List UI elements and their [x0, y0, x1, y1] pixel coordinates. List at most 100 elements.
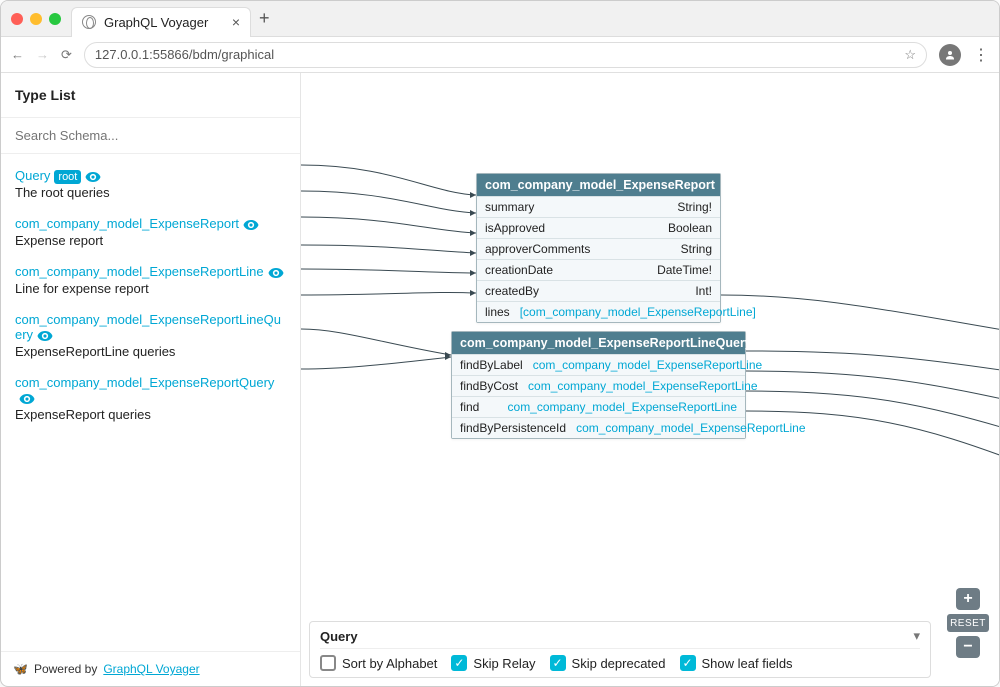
option-checkbox[interactable]: Skip deprecated	[550, 655, 666, 671]
bookmark-star-icon[interactable]: ☆	[904, 47, 916, 63]
search-input[interactable]	[1, 118, 300, 154]
type-list[interactable]: QueryrootThe root queriescom_company_mod…	[1, 154, 300, 651]
eye-icon[interactable]	[85, 172, 101, 182]
type-desc: Expense report	[15, 233, 286, 248]
type-desc: ExpenseReportLine queries	[15, 344, 286, 359]
type-card-expense-report-line-query[interactable]: com_company_model_ExpenseReportLineQuery…	[451, 331, 746, 439]
card-title: com_company_model_ExpenseReportLineQuery	[452, 332, 745, 354]
tab-title: GraphQL Voyager	[104, 15, 208, 30]
option-label: Skip Relay	[473, 656, 535, 671]
field-row[interactable]: findByLabelcom_company_model_ExpenseRepo…	[452, 354, 745, 375]
type-list-item[interactable]: com_company_model_ExpenseReportLine Line …	[11, 258, 290, 306]
browser-window: GraphQL Voyager × + ← → ⟳ 127.0.0.1:5586…	[0, 0, 1000, 687]
field-row[interactable]: isApproved Boolean	[477, 217, 720, 238]
field-type[interactable]: com_company_model_ExpenseReportLine	[533, 358, 762, 372]
option-checkbox[interactable]: Skip Relay	[451, 655, 535, 671]
field-type[interactable]: com_company_model_ExpenseReportLine	[508, 400, 737, 414]
minimize-window-button[interactable]	[30, 13, 42, 25]
sidebar-footer: 🦋 Powered by GraphQL Voyager	[1, 651, 300, 686]
zoom-controls: + RESET −	[947, 588, 989, 658]
field-row[interactable]: summary String!	[477, 196, 720, 217]
field-type[interactable]: com_company_model_ExpenseReportLine	[576, 421, 805, 435]
eye-icon[interactable]	[243, 220, 259, 230]
type-list-item[interactable]: QueryrootThe root queries	[11, 162, 290, 210]
browser-menu-icon[interactable]: ⋮	[973, 45, 989, 65]
type-name[interactable]: com_company_model_ExpenseReport	[15, 216, 286, 231]
option-checkbox[interactable]: Sort by Alphabet	[320, 655, 437, 671]
voyager-link[interactable]: GraphQL Voyager	[103, 662, 199, 676]
type-desc: ExpenseReport queries	[15, 407, 286, 422]
sidebar-title: Type List	[1, 73, 300, 118]
field-row[interactable]: creationDateDateTime!	[477, 259, 720, 280]
checkbox-icon[interactable]	[320, 655, 336, 671]
controls-panel: Query ▾ Sort by Alphabet Skip Relay Skip d…	[309, 621, 931, 678]
option-checkbox[interactable]: Show leaf fields	[680, 655, 793, 671]
field-row[interactable]: createdBy Int!	[477, 280, 720, 301]
forward-button[interactable]: →	[36, 47, 49, 62]
address-bar[interactable]: 127.0.0.1:55866/bdm/graphical ☆	[84, 42, 927, 68]
back-button[interactable]: ←	[11, 47, 24, 62]
app-body: Type List QueryrootThe root queriescom_c…	[1, 73, 999, 686]
globe-icon	[82, 15, 96, 29]
field-name: find	[460, 400, 479, 414]
field-name: summary	[485, 200, 534, 214]
browser-tab[interactable]: GraphQL Voyager ×	[71, 7, 251, 37]
voyager-logo-icon: 🦋	[13, 662, 28, 676]
option-label: Sort by Alphabet	[342, 656, 437, 671]
field-row[interactable]: lines[com_company_model_ExpenseReportLin…	[477, 301, 720, 322]
root-badge: root	[54, 170, 81, 184]
zoom-in-button[interactable]: +	[956, 588, 980, 610]
dropdown-caret-icon[interactable]: ▾	[913, 628, 920, 644]
field-name: findByCost	[460, 379, 518, 393]
type-name[interactable]: com_company_model_ExpenseReportQuery	[15, 375, 286, 405]
checkbox-icon[interactable]	[451, 655, 467, 671]
controls-title: Query	[320, 629, 358, 644]
field-row[interactable]: findByPersistenceIdcom_company_model_Exp…	[452, 417, 745, 438]
new-tab-button[interactable]: +	[259, 8, 270, 29]
sidebar: Type List QueryrootThe root queriescom_c…	[1, 73, 301, 686]
controls-options: Sort by Alphabet Skip Relay Skip deprecate…	[320, 655, 920, 671]
field-row[interactable]: find com_company_model_ExpenseReportLine	[452, 396, 745, 417]
field-type: Int!	[695, 284, 712, 298]
type-name[interactable]: Queryroot	[15, 168, 286, 183]
type-list-item[interactable]: com_company_model_ExpenseReportLineQuery…	[11, 306, 290, 369]
type-list-item[interactable]: com_company_model_ExpenseReport Expense r…	[11, 210, 290, 258]
eye-icon[interactable]	[19, 394, 35, 404]
zoom-out-button[interactable]: −	[956, 636, 980, 658]
profile-avatar-icon[interactable]	[939, 44, 961, 66]
checkbox-icon[interactable]	[550, 655, 566, 671]
field-type[interactable]: [com_company_model_ExpenseReportLine]	[520, 305, 756, 319]
graph-canvas[interactable]: com_company_model_ExpenseReport summaryS…	[301, 73, 999, 686]
field-type: String!	[677, 200, 712, 214]
field-name: findByLabel	[460, 358, 523, 372]
field-row[interactable]: findByCostcom_company_model_ExpenseRepor…	[452, 375, 745, 396]
maximize-window-button[interactable]	[49, 13, 61, 25]
field-name: lines	[485, 305, 510, 319]
type-list-item[interactable]: com_company_model_ExpenseReportQuery Expe…	[11, 369, 290, 432]
field-name: createdBy	[485, 284, 539, 298]
type-card-expense-report[interactable]: com_company_model_ExpenseReport summaryS…	[476, 173, 721, 323]
zoom-reset-button[interactable]: RESET	[947, 614, 989, 632]
type-desc: Line for expense report	[15, 281, 286, 296]
type-name[interactable]: com_company_model_ExpenseReportLine	[15, 264, 286, 279]
reload-button[interactable]: ⟳	[61, 47, 72, 63]
eye-icon[interactable]	[268, 268, 284, 278]
field-name: isApproved	[485, 221, 545, 235]
close-tab-icon[interactable]: ×	[232, 14, 240, 30]
field-name: approverComments	[485, 242, 590, 256]
option-label: Skip deprecated	[572, 656, 666, 671]
titlebar: GraphQL Voyager × +	[1, 1, 999, 37]
close-window-button[interactable]	[11, 13, 23, 25]
field-name: creationDate	[485, 263, 553, 277]
type-name[interactable]: com_company_model_ExpenseReportLineQuery	[15, 312, 286, 342]
field-type: Boolean	[668, 221, 712, 235]
checkbox-icon[interactable]	[680, 655, 696, 671]
footer-prefix: Powered by	[34, 662, 97, 676]
nav-toolbar: ← → ⟳ 127.0.0.1:55866/bdm/graphical ☆ ⋮	[1, 37, 999, 73]
field-row[interactable]: approverComments String	[477, 238, 720, 259]
field-type[interactable]: com_company_model_ExpenseReportLine	[528, 379, 757, 393]
url-text: 127.0.0.1:55866/bdm/graphical	[95, 47, 274, 62]
field-name: findByPersistenceId	[460, 421, 566, 435]
field-type: String	[681, 242, 712, 256]
eye-icon[interactable]	[37, 331, 53, 341]
